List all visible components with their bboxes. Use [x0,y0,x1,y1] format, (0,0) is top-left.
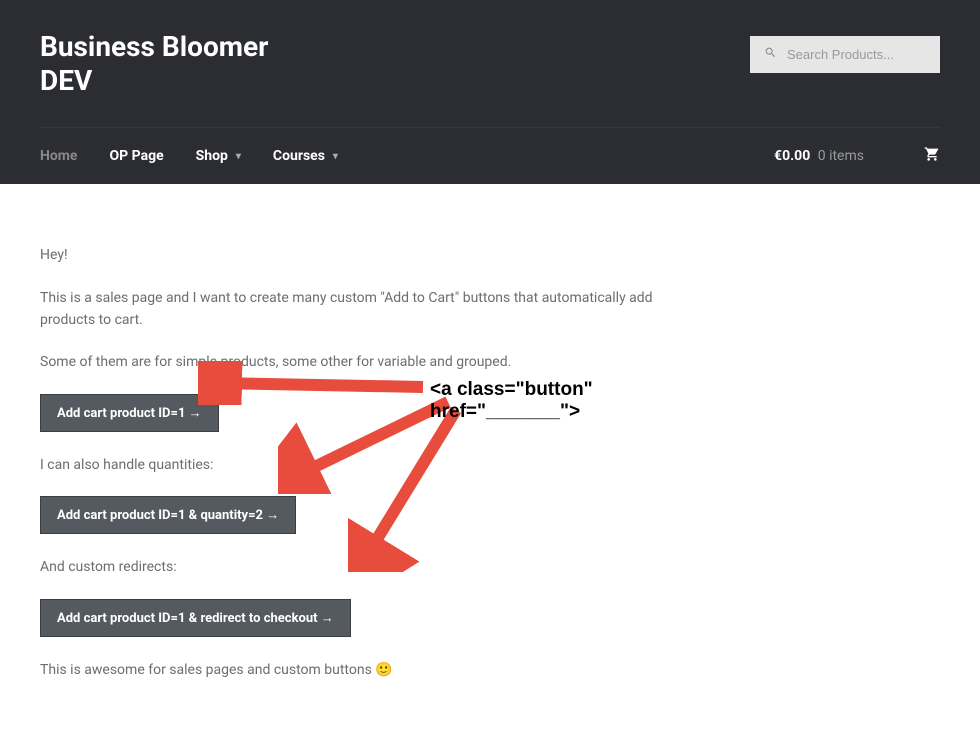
add-cart-id1-qty2-button[interactable]: Add cart product ID=1 & quantity=2 → [40,496,296,534]
nav-courses[interactable]: Courses ▾ [273,148,338,164]
cart-icon[interactable] [924,146,940,166]
nav-shop[interactable]: Shop ▾ [196,148,241,164]
search-box[interactable] [750,36,940,73]
nav-home[interactable]: Home [40,148,77,164]
cart-items: 0 items [818,148,864,164]
nav-shop-label: Shop [196,148,228,164]
search-input[interactable] [787,47,926,62]
page-content: Hey! This is a sales page and I want to … [0,184,740,741]
paragraph: Some of them are for simple products, so… [40,351,700,373]
chevron-down-icon: ▾ [236,151,241,162]
annotation-arrow-3 [348,402,468,572]
cart-total: €0.00 [774,148,810,164]
paragraph: This is awesome for sales pages and cust… [40,659,700,681]
paragraph: And custom redirects: [40,556,700,578]
smile-emoji: 🙂 [375,662,392,678]
nav-courses-label: Courses [273,148,325,164]
nav-op-page[interactable]: OP Page [109,148,163,164]
add-cart-id1-checkout-button[interactable]: Add cart product ID=1 & redirect to chec… [40,599,351,637]
paragraph: I can also handle quantities: [40,454,700,476]
cart-summary[interactable]: €0.00 0 items [774,148,864,164]
paragraph: Hey! [40,244,700,266]
search-icon [764,46,777,63]
site-title[interactable]: Business Bloomer DEV [40,30,290,97]
annotation-code-text: <a class="button" href="_______"> [430,379,740,423]
chevron-down-icon: ▾ [333,151,338,162]
add-cart-id1-button[interactable]: Add cart product ID=1 → [40,394,219,432]
paragraph: This is a sales page and I want to creat… [40,287,700,332]
